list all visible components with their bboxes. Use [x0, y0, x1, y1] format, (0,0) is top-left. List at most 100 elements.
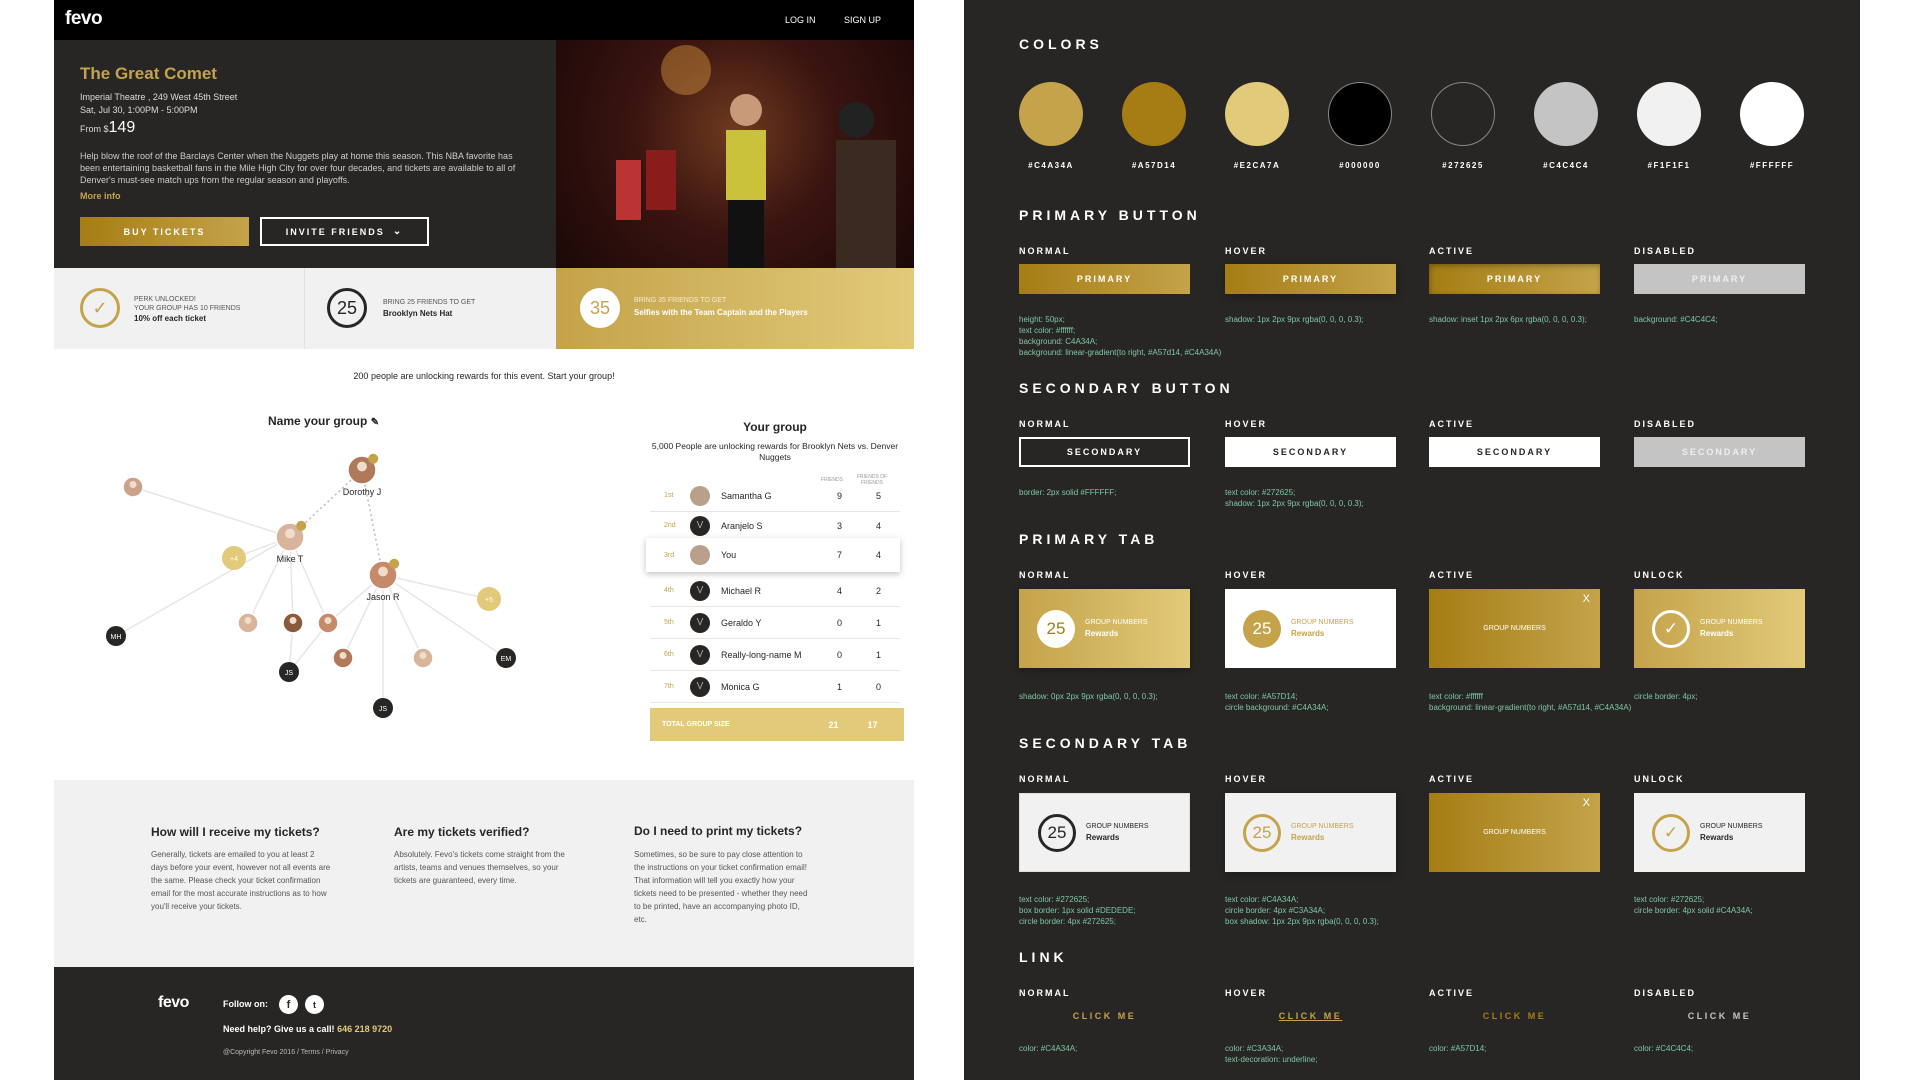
state-label: HOVER — [1225, 570, 1268, 580]
tab-sublabel: Rewards — [1291, 833, 1325, 842]
state-label: ACTIVE — [1429, 246, 1475, 256]
secondary-tab-normal[interactable]: 25 GROUP NUMBERS Rewards — [1019, 793, 1190, 872]
state-label: DISABLED — [1634, 988, 1697, 998]
tab-label: GROUP NUMBERS — [1291, 823, 1354, 830]
signup-link[interactable]: SIGN UP — [844, 15, 881, 25]
member-name: Really-long-name M — [721, 649, 802, 660]
primary-tab-active[interactable]: X GROUP NUMBERS — [1429, 589, 1600, 668]
state-label: DISABLED — [1634, 246, 1697, 256]
your-group-subtitle: 5,000 People are unlocking rewards for B… — [651, 441, 899, 462]
spec-note: shadow: 1px 2px 9px rgba(0, 0, 0, 0.3); — [1225, 315, 1364, 324]
footer-logo[interactable]: fevo — [158, 994, 189, 1012]
table-row[interactable]: 1st Samantha G 9 5 — [650, 480, 900, 512]
facebook-icon[interactable]: f — [279, 995, 298, 1014]
tab-sublabel: Rewards — [1700, 629, 1734, 638]
link-hover[interactable]: CLICK ME — [1225, 1011, 1396, 1021]
person-icon — [357, 461, 367, 472]
state-label: HOVER — [1225, 419, 1268, 429]
twitter-icon[interactable]: t — [305, 995, 324, 1014]
member-name: Geraldo Y — [721, 617, 762, 628]
secondary-button-normal[interactable]: SECONDARY — [1019, 437, 1190, 467]
fof-count: 1 — [875, 649, 881, 660]
secondary-button-disabled[interactable]: SECONDARY — [1634, 437, 1805, 467]
state-label: NORMAL — [1019, 246, 1071, 256]
primary-button-hover[interactable]: PRIMARY — [1225, 264, 1396, 294]
total-group-size-row: TOTAL GROUP SIZE 21 17 — [650, 708, 904, 741]
faq-answer: Generally, tickets are emailed to you at… — [151, 850, 331, 911]
tab-label: GROUP NUMBERS — [1700, 823, 1763, 830]
table-row[interactable]: 7th V Monica G 1 0 — [650, 671, 900, 703]
tab-sublabel: Rewards — [1291, 629, 1325, 638]
table-row[interactable]: 3rd You 7 4 — [646, 538, 900, 572]
person-icon — [129, 481, 137, 488]
your-group-title: Your group — [743, 420, 807, 434]
tab-text: GROUP NUMBERS Rewards — [1291, 619, 1354, 638]
color-swatch — [1740, 82, 1804, 146]
color-hex: #E2CA7A — [1233, 161, 1281, 170]
table-row[interactable]: 4th V Michael R 4 2 — [650, 575, 900, 607]
check-icon: ✓ — [1652, 813, 1690, 852]
fof-count: 2 — [875, 585, 881, 596]
help-line: Need help? Give us a call! 646 218 9720 — [223, 1024, 392, 1034]
faq-question: Do I need to print my tickets? — [634, 824, 803, 838]
primary-tab-hover[interactable]: 25 GROUP NUMBERS Rewards — [1225, 589, 1396, 668]
link-disabled[interactable]: CLICK ME — [1634, 1011, 1805, 1021]
tab-label: GROUP NUMBERS — [1483, 625, 1546, 632]
section-title: PRIMARY TAB — [1019, 531, 1159, 547]
state-label: HOVER — [1225, 246, 1268, 256]
fof-count: 4 — [875, 520, 881, 531]
rank: 3rd — [664, 551, 675, 559]
secondary-button-active[interactable]: SECONDARY — [1429, 437, 1600, 467]
tab-number: 25 — [1243, 813, 1281, 852]
table-row[interactable]: 6th V Really-long-name M 0 1 — [650, 639, 900, 671]
graph-edge-dotted — [361, 469, 384, 576]
close-icon[interactable]: X — [1583, 593, 1590, 605]
total-fof: 17 — [867, 719, 878, 730]
table-row[interactable]: 5th V Geraldo Y 0 1 — [650, 607, 900, 639]
style-guide: COLORS #C4A34A #A57D14 #E2CA7A #000000 #27262… — [964, 0, 1860, 1080]
person-icon — [289, 617, 297, 624]
friends-count: 0 — [836, 617, 842, 628]
secondary-button-hover[interactable]: SECONDARY — [1225, 437, 1396, 467]
member-name: Aranjelo S — [721, 520, 763, 531]
node-initials: +5 — [485, 597, 493, 604]
link-active[interactable]: CLICK ME — [1429, 1011, 1600, 1021]
event-page-mockup: fevo LOG IN SIGN UP The Great Comet Impe… — [54, 0, 914, 1080]
section-title: SECONDARY TAB — [1019, 735, 1192, 751]
primary-button-normal[interactable]: PRIMARY — [1019, 264, 1190, 294]
spec-note: color: #C4C4C4; — [1634, 1044, 1694, 1053]
spec-note: background: #C4C4C4; — [1634, 315, 1718, 324]
primary-button-disabled[interactable]: PRIMARY — [1634, 264, 1805, 294]
close-icon[interactable]: X — [1583, 797, 1590, 809]
person-icon — [378, 566, 388, 577]
login-link[interactable]: LOG IN — [785, 15, 816, 25]
avatar — [690, 545, 710, 565]
color-swatch — [1431, 82, 1495, 146]
faq-question: How will I receive my tickets? — [151, 825, 320, 839]
spec-note: text color: #ffffff background: linear-g… — [1429, 692, 1632, 712]
secondary-tab-hover[interactable]: 25 GROUP NUMBERS Rewards — [1225, 793, 1396, 872]
primary-tab-unlock[interactable]: ✓ GROUP NUMBERS Rewards — [1634, 589, 1805, 668]
fof-count: 5 — [875, 490, 881, 501]
spec-note: color: #C4A34A; — [1019, 1044, 1078, 1053]
tab-text: GROUP NUMBERS Rewards — [1086, 823, 1149, 842]
primary-tab-normal[interactable]: 25 GROUP NUMBERS Rewards — [1019, 589, 1190, 668]
secondary-tab-unlock[interactable]: ✓ GROUP NUMBERS Rewards — [1634, 793, 1805, 872]
avatar — [690, 485, 710, 506]
rank: 4th — [664, 587, 674, 594]
link-normal[interactable]: CLICK ME — [1019, 1011, 1190, 1021]
rank: 5th — [664, 619, 674, 626]
primary-button-active[interactable]: PRIMARY — [1429, 264, 1600, 294]
state-label: UNLOCK — [1634, 774, 1685, 784]
graph-edge — [115, 536, 291, 637]
tab-label: GROUP NUMBERS — [1085, 619, 1148, 626]
state-label: NORMAL — [1019, 570, 1071, 580]
tab-text: GROUP NUMBERS Rewards — [1085, 619, 1148, 638]
person-icon — [339, 652, 347, 659]
state-label: DISABLED — [1634, 419, 1697, 429]
phone-link[interactable]: 646 218 9720 — [337, 1024, 392, 1034]
graph-edge — [132, 486, 291, 538]
secondary-tab-active[interactable]: X GROUP NUMBERS — [1429, 793, 1600, 872]
follow-label: Follow on: — [223, 999, 268, 1009]
spec-note: text color: #272625; shadow: 1px 2px 9px… — [1225, 488, 1364, 508]
